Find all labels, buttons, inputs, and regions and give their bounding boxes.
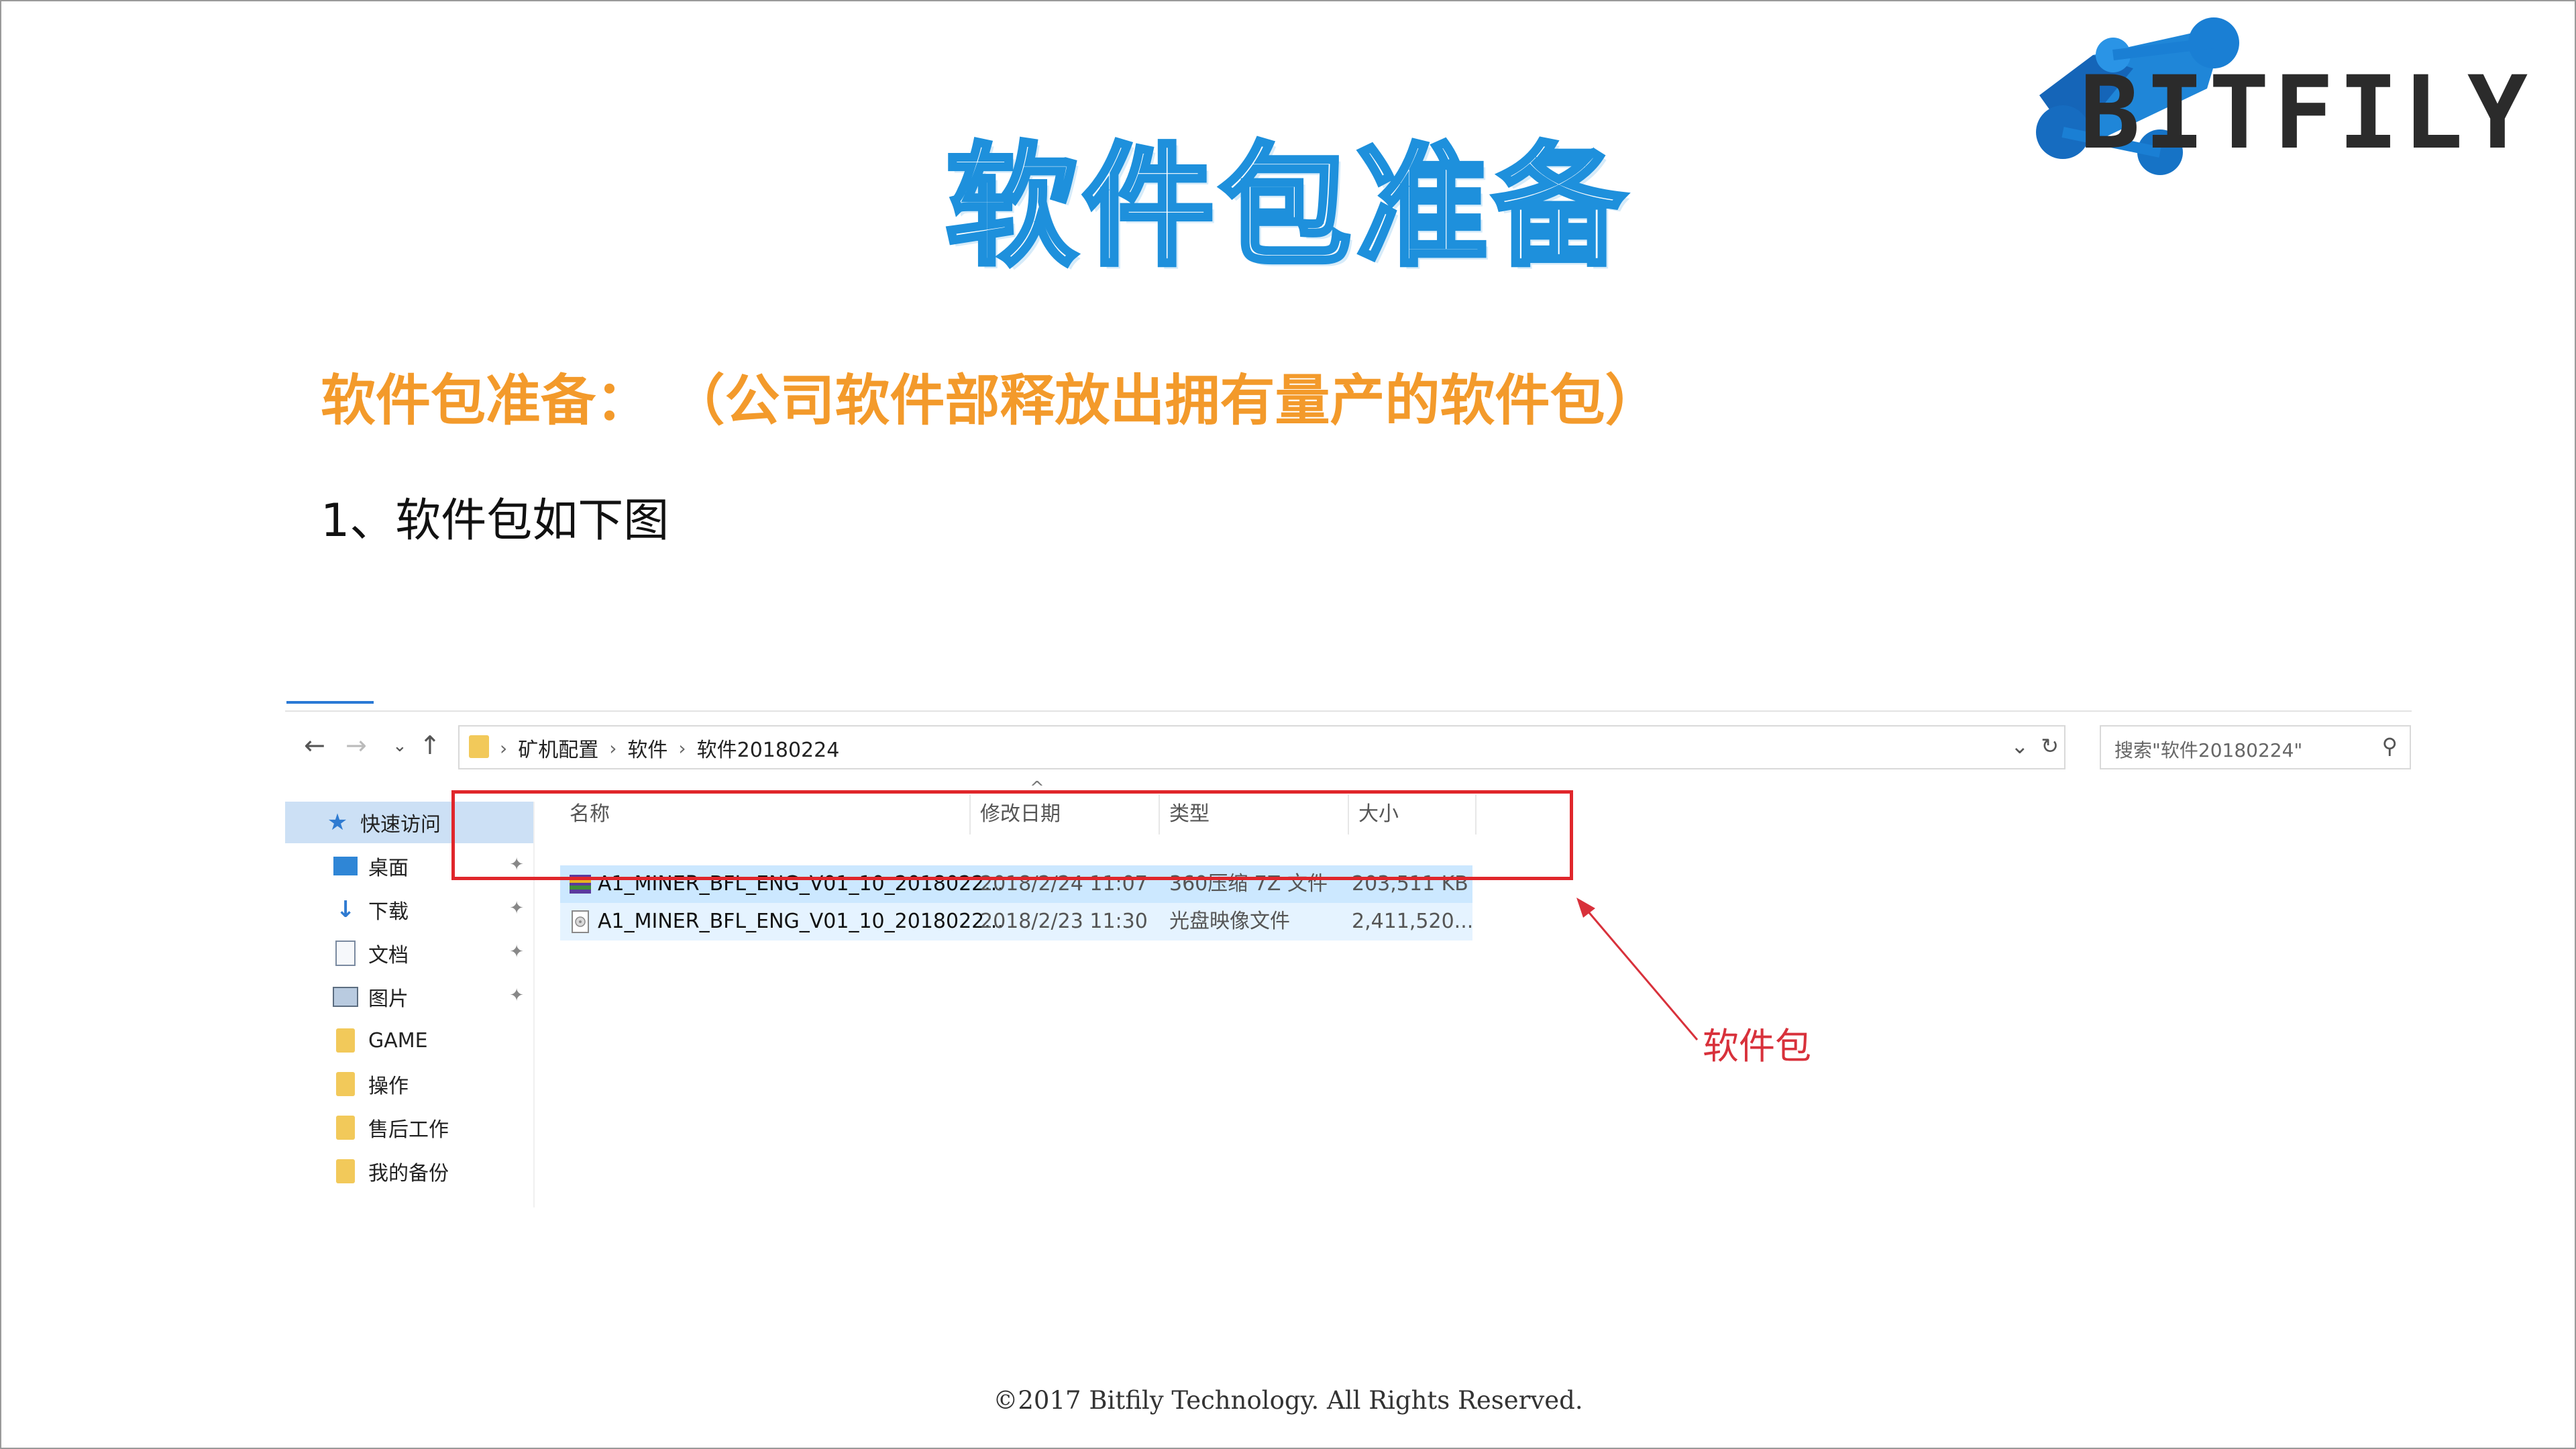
highlight-box xyxy=(451,790,1573,880)
breadcrumb-separator-icon: › xyxy=(609,737,617,759)
sidebar-item-after-sales[interactable]: 售后工作 xyxy=(285,1107,533,1148)
folder-icon xyxy=(332,1158,359,1185)
sidebar-item-operations[interactable]: 操作 xyxy=(285,1063,533,1105)
folder-icon xyxy=(332,1114,359,1141)
sidebar-item-pictures[interactable]: 图片 ✦ xyxy=(285,976,533,1018)
forward-arrow-icon[interactable]: → xyxy=(345,731,367,760)
navigation-bar: ← → ⌄ ↑ › 矿机配置 › 软件 › 软件20180224 ⌄ ↻ 搜索"… xyxy=(285,721,2412,772)
sidebar-item-label: 图片 xyxy=(368,987,409,1011)
disc-image-file-icon xyxy=(572,910,589,933)
callout-label: 软件包 xyxy=(1703,1025,1811,1067)
search-placeholder: 搜索"软件20180224" xyxy=(2114,739,2303,761)
file-type: 光盘映像文件 xyxy=(1169,910,1290,933)
address-bar[interactable]: › 矿机配置 › 软件 › 软件20180224 ⌄ ↻ xyxy=(458,725,2065,769)
sidebar-item-game[interactable]: GAME xyxy=(285,1020,533,1061)
refresh-icon[interactable]: ↻ xyxy=(2041,733,2059,759)
file-date: 2018/2/23 11:30 xyxy=(980,910,1148,933)
sidebar-item-label: 售后工作 xyxy=(368,1118,449,1142)
breadcrumb-item-mining-config[interactable]: 矿机配置 xyxy=(518,733,598,763)
sidebar-item-label: 快速访问 xyxy=(360,813,441,837)
pin-icon[interactable]: ✦ xyxy=(509,942,524,962)
sidebar-item-label: 我的备份 xyxy=(368,1162,449,1185)
star-icon: ★ xyxy=(327,809,348,836)
table-row[interactable]: A1_MINER_BFL_ENG_V01_10_2018022... 2018/… xyxy=(560,903,1474,941)
ribbon-tab-indicator xyxy=(286,701,374,704)
breadcrumb-item-software[interactable]: 软件 xyxy=(627,733,667,763)
search-icon[interactable]: ⚲ xyxy=(2382,733,2398,759)
sidebar-item-label: 下载 xyxy=(368,900,409,924)
address-tools: ⌄ ↻ xyxy=(2010,733,2059,759)
file-size: 2,411,520... xyxy=(1352,910,1474,933)
folder-icon xyxy=(332,1071,359,1097)
sidebar-item-my-backup[interactable]: 我的备份 xyxy=(285,1150,533,1192)
folder-icon xyxy=(332,1027,359,1054)
sidebar-item-label: 桌面 xyxy=(368,857,409,880)
section-heading: 软件包准备： （公司软件部释放出拥有量产的软件包） xyxy=(321,369,1660,433)
pin-icon[interactable]: ✦ xyxy=(509,898,524,918)
sidebar-item-label: 文档 xyxy=(368,944,409,967)
breadcrumb-separator-icon: › xyxy=(678,737,686,759)
bitfily-logo: BITFILY xyxy=(2012,15,2528,179)
footer-copyright: ©2017 Bitfily Technology. All Rights Res… xyxy=(993,1386,1583,1415)
document-icon xyxy=(332,940,359,967)
breadcrumb: › 矿机配置 › 软件 › 软件20180224 xyxy=(500,733,839,763)
sidebar-item-downloads[interactable]: ↓ 下载 ✦ xyxy=(285,889,533,930)
logo-wordmark: BITFILY xyxy=(2080,55,2532,172)
back-arrow-icon[interactable]: ← xyxy=(304,731,325,760)
sidebar-item-label: GAME xyxy=(368,1028,428,1053)
breadcrumb-item-software-20180224[interactable]: 软件20180224 xyxy=(697,733,840,763)
sidebar-item-documents[interactable]: 文档 ✦ xyxy=(285,932,533,974)
breadcrumb-separator-icon: › xyxy=(500,737,508,759)
folder-icon xyxy=(469,735,489,758)
download-icon: ↓ xyxy=(335,896,356,923)
pin-icon[interactable]: ✦ xyxy=(509,985,524,1006)
address-dropdown-chevron-icon[interactable]: ⌄ xyxy=(2010,733,2029,759)
sidebar-item-label: 操作 xyxy=(368,1075,409,1098)
picture-icon xyxy=(332,983,359,1010)
desktop-icon xyxy=(332,853,359,879)
file-explorer-window: ← → ⌄ ↑ › 矿机配置 › 软件 › 软件20180224 ⌄ ↻ 搜索"… xyxy=(285,701,2412,1208)
step-text: 1、软件包如下图 xyxy=(321,494,669,547)
search-input[interactable]: 搜索"软件20180224" ⚲ xyxy=(2100,725,2411,769)
recent-locations-chevron-icon[interactable]: ⌄ xyxy=(392,736,407,756)
ribbon-divider xyxy=(285,710,2412,712)
up-arrow-icon[interactable]: ↑ xyxy=(419,731,441,760)
